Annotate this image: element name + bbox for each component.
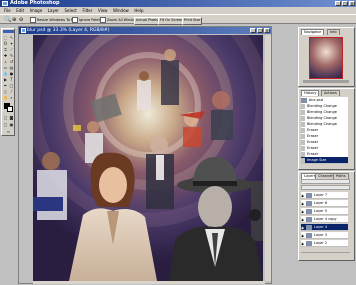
menu-layer[interactable]: Layer <box>48 7 59 14</box>
close-icon[interactable]: × <box>349 1 355 6</box>
document-icon <box>21 28 26 33</box>
navigator-thumbnail[interactable] <box>309 37 343 79</box>
maximize-icon[interactable]: □ <box>342 1 348 6</box>
layer-row[interactable]: ◉ Layer 2 <box>301 240 348 247</box>
history-panel: History Actions blur.psd Blending Change… <box>298 88 355 170</box>
layer-row-selected[interactable]: ◉ Layer 4 <box>301 224 348 231</box>
history-item-selected[interactable]: Image Size <box>301 157 348 164</box>
menu-bar: File Edit Image Layer Select Filter View… <box>0 7 356 14</box>
menu-select[interactable]: Select <box>65 7 77 14</box>
zoom-tool-small-icon[interactable]: ⌕ <box>9 95 14 100</box>
actual-pixels-button[interactable]: Actual Pixels <box>134 17 160 25</box>
gradient-tool-icon[interactable]: ▤ <box>9 65 14 70</box>
eye-icon: ◉ <box>301 193 305 198</box>
navigator-zoom-slider[interactable] <box>303 80 349 83</box>
horizontal-scrollbar[interactable] <box>33 281 265 284</box>
layer-row[interactable]: ◉ Layer 4 copy <box>301 216 348 223</box>
notes-tool-icon[interactable]: ▯ <box>3 89 8 94</box>
doc-minimize-icon[interactable]: _ <box>250 28 256 33</box>
blend-mode-select[interactable] <box>301 179 350 184</box>
slice-tool-icon[interactable]: ⟋ <box>9 47 14 52</box>
pen-tool-icon[interactable]: ✒ <box>3 83 8 88</box>
tab-actions[interactable]: Actions <box>321 90 340 96</box>
zoom-out-icon[interactable]: ⊖ <box>19 17 23 23</box>
jump-to-imageready-icon[interactable]: ⇨ <box>6 129 11 134</box>
quick-mask-mode-icon[interactable]: ◙ <box>9 115 14 120</box>
shape-tool-icon[interactable]: □ <box>9 83 14 88</box>
menu-edit[interactable]: Edit <box>16 7 24 14</box>
eye-icon: ◉ <box>301 201 305 206</box>
zoom-in-icon[interactable]: ⊕ <box>12 17 16 23</box>
toolbox-header <box>3 30 14 33</box>
tab-history[interactable]: History <box>301 90 320 96</box>
crop-tool-icon[interactable]: ⌗ <box>3 47 8 52</box>
type-tool-icon[interactable]: T <box>9 77 14 82</box>
layer-row[interactable]: ◉ Layer 6 <box>301 200 348 207</box>
layers-panel: Layers Channels Paths ◉ Layer 7 ◉ Layer 6 … <box>298 171 355 261</box>
menu-file[interactable]: File <box>4 7 11 14</box>
photoshop-app-icon <box>2 1 8 6</box>
menu-image[interactable]: Image <box>30 7 43 14</box>
history-brush-tool-icon[interactable]: ↺ <box>9 59 14 64</box>
screen-mode-standard-icon[interactable]: ▢ <box>3 122 8 127</box>
eye-icon: ◉ <box>301 217 305 222</box>
eye-icon: ◉ <box>301 241 305 246</box>
document-title: blur psd @ 33.3% (Layer 4, RGB/8#) <box>27 28 110 33</box>
lasso-tool-icon[interactable]: ʘ <box>3 41 8 46</box>
layer-row[interactable]: ◉ Layer 3 <box>301 232 348 239</box>
app-title-bar: Adobe Photoshop _ □ × <box>0 0 356 7</box>
app-title: Adobe Photoshop <box>10 0 60 6</box>
hand-tool-icon[interactable]: ✋ <box>3 95 8 100</box>
move-tool-icon[interactable]: ↖ <box>9 35 14 40</box>
magic-wand-tool-icon[interactable]: ✦ <box>9 41 14 46</box>
eyedropper-tool-icon[interactable]: ⁄ <box>9 89 14 94</box>
eye-icon: ◉ <box>301 209 305 214</box>
zoom-tool-icon[interactable]: 🔍 <box>4 17 11 23</box>
eraser-tool-icon[interactable]: ▭ <box>3 65 8 70</box>
brush-tool-icon[interactable]: ✎ <box>9 53 14 58</box>
options-bar: 🔍 ⊕ ⊖ Resize Windows To Fit Ignore Palet… <box>0 14 356 25</box>
doc-close-icon[interactable]: × <box>264 28 270 33</box>
layers-panel-footer <box>301 252 350 258</box>
standard-mode-icon[interactable]: ◻ <box>3 115 8 120</box>
tab-navigator[interactable]: Navigator <box>301 29 325 35</box>
screen-mode-full-icon[interactable]: ▣ <box>9 122 14 127</box>
dodge-tool-icon[interactable]: ● <box>9 71 14 76</box>
resize-windows-checkbox[interactable]: Resize Windows To Fit <box>30 17 75 23</box>
lock-options-row[interactable] <box>301 185 350 190</box>
background-color-swatch[interactable] <box>7 106 13 112</box>
doc-maximize-icon[interactable]: □ <box>257 28 263 33</box>
marquee-tool-icon[interactable]: ⬚ <box>3 35 8 40</box>
document-window: blur psd @ 33.3% (Layer 4, RGB/8#) _ □ × <box>18 26 272 284</box>
layer-row[interactable]: ◉ Layer 7 <box>301 192 348 199</box>
tab-info[interactable]: Info <box>327 29 340 35</box>
toolbox: ⬚ ↖ ʘ ✦ ⌗ ⟋ ✚ ✎ ⊥ ↺ ▭ ▤ 💧 ● ▶ T ✒ □ ▯ ⁄ … <box>1 28 15 136</box>
minimize-icon[interactable]: _ <box>335 1 341 6</box>
menu-help[interactable]: Help <box>134 7 143 14</box>
menu-view[interactable]: View <box>98 7 108 14</box>
vertical-scrollbar[interactable] <box>265 35 271 281</box>
menu-filter[interactable]: Filter <box>82 7 92 14</box>
layer-row[interactable]: ◉ Layer 5 <box>301 208 348 215</box>
eye-icon: ◉ <box>301 233 305 238</box>
blur-tool-icon[interactable]: 💧 <box>3 71 8 76</box>
print-size-button[interactable]: Print Size <box>182 17 203 25</box>
healing-brush-tool-icon[interactable]: ✚ <box>3 53 8 58</box>
image-canvas[interactable] <box>33 35 263 281</box>
collage-image <box>33 35 263 281</box>
path-selection-tool-icon[interactable]: ▶ <box>3 77 8 82</box>
navigator-panel: Navigator Info <box>298 27 355 87</box>
document-title-bar: blur psd @ 33.3% (Layer 4, RGB/8#) _ □ × <box>19 27 271 34</box>
eye-icon: ◉ <box>301 225 305 230</box>
menu-window[interactable]: Window <box>113 7 129 14</box>
clone-stamp-tool-icon[interactable]: ⊥ <box>3 59 8 64</box>
